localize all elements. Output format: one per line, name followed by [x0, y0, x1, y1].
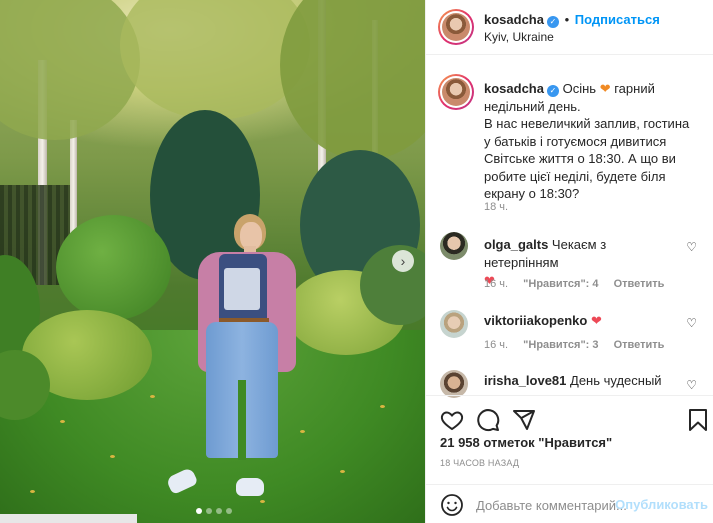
- post-photo[interactable]: ›: [0, 0, 425, 523]
- bookmark-icon[interactable]: [686, 408, 710, 432]
- verified-badge-icon: ✓: [546, 16, 559, 28]
- comment-meta: 16 ч. "Нравится": 3 Ответить: [484, 339, 664, 351]
- paper-plane-icon[interactable]: [512, 408, 536, 432]
- comment-item: irisha_love81 День чудесный: [484, 372, 684, 390]
- follow-button[interactable]: Подписаться: [575, 12, 660, 27]
- person-shoe: [236, 478, 264, 496]
- post-caption: kosadcha ✓ Осінь ❤ гарний недільний день.…: [484, 80, 699, 203]
- photo-scroll-strip: [0, 514, 137, 523]
- heart-outline-icon[interactable]: [440, 408, 464, 432]
- heart-outline-icon[interactable]: ♡: [686, 378, 697, 392]
- fallen-leaf: [30, 490, 35, 493]
- post-header: kosadcha ✓ • Подписаться Kyiv, Ukraine: [426, 0, 713, 55]
- fallen-leaf: [260, 500, 265, 503]
- comment-meta: 16 ч. "Нравится": 4 Ответить: [484, 278, 664, 290]
- comment-username[interactable]: irisha_love81: [484, 373, 566, 388]
- commenter-avatar[interactable]: [440, 232, 468, 260]
- carousel-dot: [196, 508, 202, 514]
- comment-time: 16 ч.: [484, 339, 509, 351]
- post-timestamp[interactable]: 18 ЧАСОВ НАЗАД: [440, 458, 519, 468]
- post-actions: 21 958 отметок "Нравится" 18 ЧАСОВ НАЗАД…: [426, 395, 713, 523]
- comment-likes[interactable]: "Нравится": 3: [523, 339, 598, 351]
- carousel-dot: [216, 508, 222, 514]
- add-comment-bar: Опубликовать: [426, 484, 713, 523]
- post-location[interactable]: Kyiv, Ukraine: [484, 30, 554, 44]
- carousel-dot: [226, 508, 232, 514]
- fallen-leaf: [300, 430, 305, 433]
- heart-outline-icon[interactable]: ♡: [686, 240, 697, 254]
- comment-item: viktoriiakopenko ❤: [484, 312, 684, 330]
- comment-input[interactable]: [476, 495, 636, 515]
- post-side-panel: kosadcha ✓ • Подписаться Kyiv, Ukraine ko…: [425, 0, 713, 523]
- comment-likes[interactable]: "Нравится": 4: [523, 278, 598, 290]
- tshirt-print: [224, 268, 260, 310]
- fallen-leaf: [110, 455, 115, 458]
- likes-count[interactable]: 21 958 отметок "Нравится": [440, 435, 612, 450]
- verified-badge-icon: ✓: [546, 85, 559, 97]
- fallen-leaf: [150, 395, 155, 398]
- comment-username[interactable]: olga_galts: [484, 237, 548, 252]
- author-username[interactable]: kosadcha: [484, 12, 544, 27]
- comment-time: 16 ч.: [484, 278, 509, 290]
- legs-gap: [238, 380, 246, 460]
- publish-button[interactable]: Опубликовать: [615, 497, 708, 512]
- caption-author-avatar[interactable]: [438, 74, 474, 110]
- header-separator: •: [564, 12, 570, 27]
- red-heart-icon: ❤: [590, 313, 602, 328]
- smiley-icon[interactable]: [440, 493, 464, 517]
- chevron-right-icon[interactable]: ›: [392, 250, 414, 272]
- caption-username[interactable]: kosadcha: [484, 81, 544, 96]
- heart-outline-icon[interactable]: ♡: [686, 316, 697, 330]
- fallen-leaf: [60, 420, 65, 423]
- caption-body: В нас невеличкий заплив, гостина у батьк…: [484, 116, 690, 201]
- reply-button[interactable]: Ответить: [614, 278, 665, 290]
- shrub: [56, 215, 171, 320]
- comment-text: День чудесный: [570, 373, 662, 388]
- orange-heart-icon: ❤: [599, 81, 611, 96]
- comment-bubble-icon[interactable]: [476, 408, 500, 432]
- commenter-avatar[interactable]: [440, 370, 468, 398]
- carousel-dot: [206, 508, 212, 514]
- author-avatar[interactable]: [438, 9, 474, 45]
- caption-text-start: Осінь: [562, 81, 597, 96]
- reply-button[interactable]: Ответить: [614, 339, 665, 351]
- caption-time[interactable]: 18 ч.: [484, 201, 508, 213]
- carousel-dots: [196, 508, 232, 514]
- fallen-leaf: [380, 405, 385, 408]
- comment-username[interactable]: viktoriiakopenko: [484, 313, 587, 328]
- fallen-leaf: [340, 470, 345, 473]
- commenter-avatar[interactable]: [440, 310, 468, 338]
